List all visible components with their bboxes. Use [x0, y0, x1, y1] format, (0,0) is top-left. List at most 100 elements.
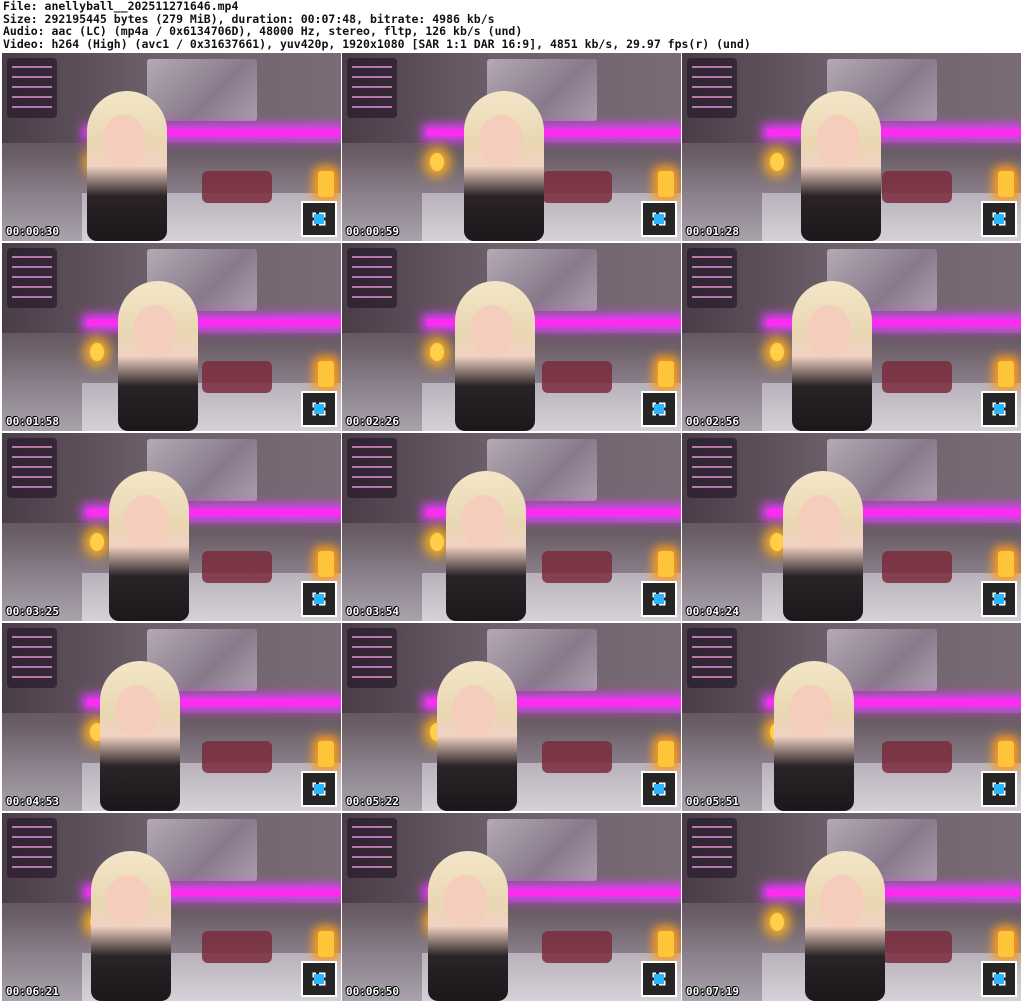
qr-code: [641, 391, 677, 427]
overlay-menu-panel: [347, 628, 397, 688]
qr-code: [981, 961, 1017, 997]
person-face: [115, 685, 159, 737]
pillow: [202, 551, 272, 583]
pillow: [542, 931, 612, 963]
overlay-menu-panel: [347, 438, 397, 498]
qr-code: [301, 581, 337, 617]
video-thumbnail[interactable]: 00:05:22: [342, 623, 681, 811]
person-face: [461, 495, 505, 547]
timestamp-label: 00:07:19: [686, 985, 739, 998]
timestamp-label: 00:01:28: [686, 225, 739, 238]
pillow: [882, 741, 952, 773]
overlay-menu-panel: [7, 438, 57, 498]
video-line: Video: h264 (High) (avc1 / 0x31637661), …: [3, 36, 751, 51]
pillow: [202, 741, 272, 773]
timestamp-label: 00:06:21: [6, 985, 59, 998]
qr-code: [641, 201, 677, 237]
overlay-menu-panel: [7, 248, 57, 308]
timestamp-label: 00:03:25: [6, 605, 59, 618]
timestamp-label: 00:02:56: [686, 415, 739, 428]
audio-line: Audio: aac (LC) (mp4a / 0x6134706D), 480…: [3, 24, 523, 39]
qr-code: [641, 771, 677, 807]
person-face: [807, 305, 851, 357]
candle-light: [770, 533, 784, 551]
qr-code: [981, 391, 1017, 427]
lamp-light: [998, 551, 1014, 577]
timestamp-label: 00:00:30: [6, 225, 59, 238]
timestamp-label: 00:04:24: [686, 605, 739, 618]
pillow: [542, 551, 612, 583]
video-thumbnail[interactable]: 00:03:25: [2, 433, 341, 621]
person-face: [820, 875, 864, 927]
video-thumbnail[interactable]: 00:05:51: [682, 623, 1021, 811]
qr-code: [301, 391, 337, 427]
lamp-light: [998, 171, 1014, 197]
candle-light: [770, 343, 784, 361]
overlay-menu-panel: [687, 438, 737, 498]
pillow: [882, 551, 952, 583]
video-thumbnail[interactable]: 00:06:50: [342, 813, 681, 1001]
timestamp-label: 00:06:50: [346, 985, 399, 998]
person-face: [443, 875, 487, 927]
pillow: [202, 361, 272, 393]
lamp-light: [998, 361, 1014, 387]
lamp-light: [658, 171, 674, 197]
video-thumbnail[interactable]: 00:06:21: [2, 813, 341, 1001]
qr-code: [641, 961, 677, 997]
lamp-light: [998, 931, 1014, 957]
lamp-light: [658, 361, 674, 387]
overlay-menu-panel: [687, 248, 737, 308]
lamp-light: [658, 931, 674, 957]
candle-light: [430, 153, 444, 171]
person-face: [789, 685, 833, 737]
video-thumbnail[interactable]: 00:00:30: [2, 53, 341, 241]
overlay-menu-panel: [687, 58, 737, 118]
person-face: [106, 875, 150, 927]
candle-light: [770, 153, 784, 171]
candle-light: [90, 343, 104, 361]
person-face: [816, 115, 860, 167]
overlay-menu-panel: [7, 628, 57, 688]
pillow: [542, 361, 612, 393]
overlay-menu-panel: [347, 818, 397, 878]
person-face: [124, 495, 168, 547]
person-face: [479, 115, 523, 167]
qr-code: [981, 771, 1017, 807]
candle-light: [430, 343, 444, 361]
pillow: [882, 361, 952, 393]
video-thumbnail[interactable]: 00:07:19: [682, 813, 1021, 1001]
candle-light: [430, 533, 444, 551]
qr-code: [301, 771, 337, 807]
qr-code: [301, 201, 337, 237]
video-thumbnail[interactable]: 00:02:56: [682, 243, 1021, 431]
person-face: [470, 305, 514, 357]
person-face: [798, 495, 842, 547]
video-thumbnail[interactable]: 00:00:59: [342, 53, 681, 241]
person-face: [102, 115, 146, 167]
timestamp-label: 00:01:58: [6, 415, 59, 428]
timestamp-label: 00:05:22: [346, 795, 399, 808]
file-name-line: File: anellyball__202511271646.mp4: [3, 0, 239, 13]
video-thumbnail[interactable]: 00:04:24: [682, 433, 1021, 621]
timestamp-label: 00:04:53: [6, 795, 59, 808]
pillow: [202, 171, 272, 203]
video-thumbnail[interactable]: 00:04:53: [2, 623, 341, 811]
lamp-light: [318, 171, 334, 197]
pillow: [882, 171, 952, 203]
qr-code: [981, 581, 1017, 617]
video-thumbnail[interactable]: 00:01:58: [2, 243, 341, 431]
video-thumbnail[interactable]: 00:01:28: [682, 53, 1021, 241]
candle-light: [90, 533, 104, 551]
overlay-menu-panel: [347, 248, 397, 308]
timestamp-label: 00:05:51: [686, 795, 739, 808]
video-thumbnail[interactable]: 00:02:26: [342, 243, 681, 431]
overlay-menu-panel: [347, 58, 397, 118]
lamp-light: [318, 361, 334, 387]
video-thumbnail[interactable]: 00:03:54: [342, 433, 681, 621]
pillow: [542, 741, 612, 773]
lamp-light: [658, 741, 674, 767]
lamp-light: [318, 931, 334, 957]
overlay-menu-panel: [687, 628, 737, 688]
pillow: [882, 931, 952, 963]
overlay-menu-panel: [7, 58, 57, 118]
